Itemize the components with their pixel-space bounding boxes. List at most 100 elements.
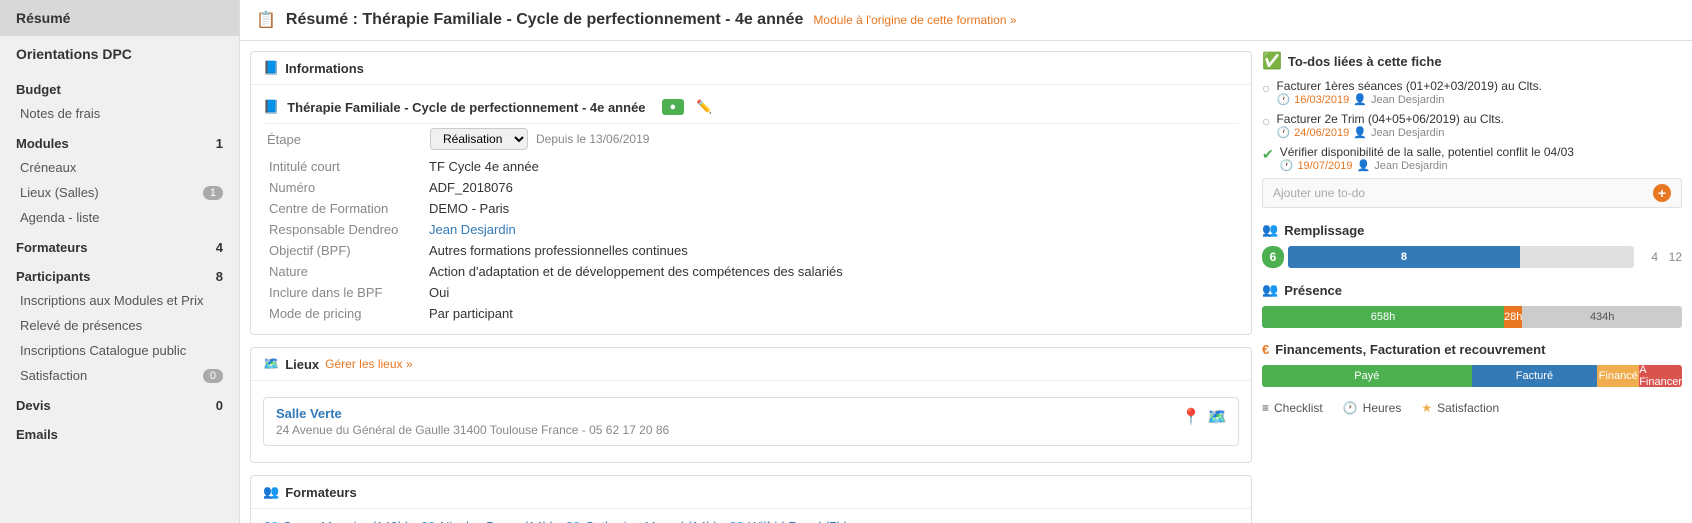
- etape-row: Étape Réalisation Depuis le 13/06/2019: [263, 128, 1239, 150]
- page-title: Résumé : Thérapie Familiale - Cycle de p…: [286, 11, 804, 29]
- sidebar-item-orientations-dpc[interactable]: Orientations DPC: [0, 36, 239, 72]
- presence-gray: 434h: [1522, 306, 1682, 328]
- heures-item: 🕐 Heures: [1343, 401, 1402, 415]
- todo-item-0: ○ Facturer 1ères séances (01+02+03/2019) …: [1262, 79, 1682, 106]
- book-icon: 📘: [263, 60, 279, 76]
- location-name[interactable]: Salle Verte: [276, 406, 1226, 421]
- info-value-4: Autres formations professionnelles conti…: [423, 240, 1239, 261]
- remplissage-icon: 👥: [1262, 222, 1278, 238]
- info-row-7: Mode de pricingPar participant: [263, 303, 1239, 324]
- remplissage-filled: 8: [1288, 246, 1520, 268]
- etape-date: Depuis le 13/06/2019: [536, 132, 649, 146]
- todo-check-1[interactable]: ○: [1262, 113, 1270, 129]
- formateur-link-3[interactable]: Wilfrid Revel (7h): [748, 519, 848, 523]
- formateur-icon-1: 👥: [420, 519, 440, 523]
- sidebar-item-notes-frais[interactable]: Notes de frais: [0, 101, 239, 126]
- location-icons: 📍 🗺️: [1180, 406, 1228, 428]
- sidebar-item-releve-presences[interactable]: Relevé de présences: [0, 313, 239, 338]
- info-value-0: TF Cycle 4e année: [423, 156, 1239, 177]
- info-row-1: NuméroADF_2018076: [263, 177, 1239, 198]
- info-label-4: Objectif (BPF): [263, 240, 423, 261]
- formateur-1: 👥 Nicolas Buruz (14h): [420, 519, 554, 523]
- manage-lieux-link[interactable]: Gérer les lieux »: [325, 357, 412, 371]
- edit-icon[interactable]: ✏️: [696, 99, 712, 115]
- etape-select[interactable]: Réalisation: [430, 128, 528, 150]
- sidebar-item-inscriptions-modules[interactable]: Inscriptions aux Modules et Prix: [0, 288, 239, 313]
- formateurs-list: 👥 Serge Magnier (140h) , 👥 Nicolas Buruz…: [251, 509, 1251, 523]
- location-pin-icon[interactable]: 📍: [1180, 406, 1202, 428]
- module-origin-link[interactable]: Module à l'origine de cette formation »: [813, 13, 1016, 27]
- info-row-2: Centre de FormationDEMO - Paris: [263, 198, 1239, 219]
- info-row-3: Responsable DendreoJean Desjardin: [263, 219, 1239, 240]
- sidebar-item-agenda-liste[interactable]: Agenda - liste: [0, 205, 239, 230]
- left-column: 📘 Informations 📘 Thérapie Familiale - Cy…: [250, 51, 1262, 523]
- remplissage-section: 👥 Remplissage 6 8 4 12: [1262, 222, 1682, 268]
- info-row-4: Objectif (BPF)Autres formations professi…: [263, 240, 1239, 261]
- todo-check-2[interactable]: ✔: [1262, 146, 1274, 163]
- info-value-6: Oui: [423, 282, 1239, 303]
- presence-bar: 658h 28h 434h: [1262, 306, 1682, 328]
- location-block: Salle Verte 24 Avenue du Général de Gaul…: [263, 397, 1239, 446]
- sidebar-item-satisfaction[interactable]: Satisfaction 0: [0, 363, 239, 388]
- todo-meta-0: 🕐16/03/2019👤Jean Desjardin: [1276, 93, 1542, 106]
- sidebar-item-resume[interactable]: Résumé: [0, 0, 239, 36]
- info-label-5: Nature: [263, 261, 423, 282]
- info-label-6: Inclure dans le BPF: [263, 282, 423, 303]
- formateur-2: 👥 Catherine Mercal (14h): [565, 519, 718, 523]
- info-value-1: ADF_2018076: [423, 177, 1239, 198]
- todo-user-icon-1: 👤: [1353, 126, 1367, 139]
- sidebar-section-emails: Emails: [0, 417, 239, 446]
- todo-item-2: ✔ Vérifier disponibilité de la salle, pot…: [1262, 145, 1682, 172]
- formateur-link-0[interactable]: Serge Magnier (140h): [283, 519, 409, 523]
- formateur-icon-0: 👥: [263, 519, 283, 523]
- sidebar-item-lieux-salles[interactable]: Lieux (Salles) 1: [0, 180, 239, 205]
- formation-title: Thérapie Familiale - Cycle de perfection…: [287, 100, 645, 115]
- todo-clock-icon-0: 🕐: [1276, 93, 1290, 106]
- info-label-7: Mode de pricing: [263, 303, 423, 324]
- formateurs-icon: 👥: [263, 484, 279, 500]
- sidebar-item-inscriptions-catalogue[interactable]: Inscriptions Catalogue public: [0, 338, 239, 363]
- formateur-link-2[interactable]: Catherine Mercal (14h): [585, 519, 718, 523]
- todo-meta-2: 🕐19/07/2019👤Jean Desjardin: [1280, 159, 1574, 172]
- bottom-icons-row: ≡ Checklist 🕐 Heures ★ Satisfaction: [1262, 401, 1682, 415]
- lieux-header: 🗺️ Lieux Gérer les lieux »: [251, 348, 1251, 381]
- page-header: 📋 Résumé : Thérapie Familiale - Cycle de…: [240, 0, 1692, 41]
- todo-date-1: 24/06/2019: [1294, 127, 1349, 139]
- todos-list: ○ Facturer 1ères séances (01+02+03/2019) …: [1262, 79, 1682, 172]
- satisfaction-item: ★ Satisfaction: [1421, 401, 1499, 415]
- remplissage-bar: 6 8 4 12: [1262, 246, 1682, 268]
- formateurs-line: 👥 Serge Magnier (140h) , 👥 Nicolas Buruz…: [263, 519, 1239, 523]
- formateurs-header: 👥 Formateurs: [251, 476, 1251, 509]
- sidebar-section-devis: Devis 0: [0, 388, 239, 417]
- todo-check-0[interactable]: ○: [1262, 80, 1270, 96]
- formateur-link-1[interactable]: Nicolas Buruz (14h): [440, 519, 554, 523]
- todo-date-2: 19/07/2019: [1297, 160, 1352, 172]
- todo-item-1: ○Facturer 2e Trim (04+05+06/2019) au Clt…: [1262, 112, 1682, 139]
- remplissage-current: 6: [1262, 246, 1284, 268]
- info-row-6: Inclure dans le BPFOui: [263, 282, 1239, 303]
- header-icon: 📋: [256, 10, 276, 30]
- add-todo-button[interactable]: Ajouter une to-do +: [1262, 178, 1682, 208]
- info-value-2: DEMO - Paris: [423, 198, 1239, 219]
- todo-text-2: Vérifier disponibilité de la salle, pote…: [1280, 145, 1574, 159]
- todo-text-0: Facturer 1ères séances (01+02+03/2019) a…: [1276, 79, 1542, 93]
- sidebar-item-creneaux[interactable]: Créneaux: [0, 155, 239, 180]
- sidebar-section-modules: Modules 1: [0, 126, 239, 155]
- finance-finance: Financé: [1597, 365, 1639, 387]
- check-circle-icon: ✅: [1262, 51, 1282, 71]
- map-marker-icon[interactable]: 🗺️: [1206, 406, 1228, 428]
- formation-title-bar: 📘 Thérapie Familiale - Cycle de perfecti…: [263, 95, 1239, 124]
- remplissage-soft: 4: [1638, 250, 1658, 264]
- finance-bar: Payé Facturé Financé A Financer: [1262, 365, 1682, 387]
- lieux-section: 🗺️ Lieux Gérer les lieux » Salle Verte 2…: [250, 347, 1252, 463]
- todo-clock-icon-1: 🕐: [1276, 126, 1290, 139]
- todos-section: ✅ To-dos liées à cette fiche ○Facturer 1…: [1262, 51, 1682, 208]
- checklist-item: ≡ Checklist: [1262, 401, 1323, 415]
- todo-user-0: Jean Desjardin: [1371, 94, 1444, 106]
- euro-icon: €: [1262, 342, 1269, 357]
- todo-clock-icon-2: 🕐: [1280, 159, 1294, 172]
- presence-icon: 👥: [1262, 282, 1278, 298]
- info-value-3[interactable]: Jean Desjardin: [423, 219, 1239, 240]
- finance-a-financer: A Financer: [1639, 365, 1682, 387]
- presence-orange: 28h: [1504, 306, 1522, 328]
